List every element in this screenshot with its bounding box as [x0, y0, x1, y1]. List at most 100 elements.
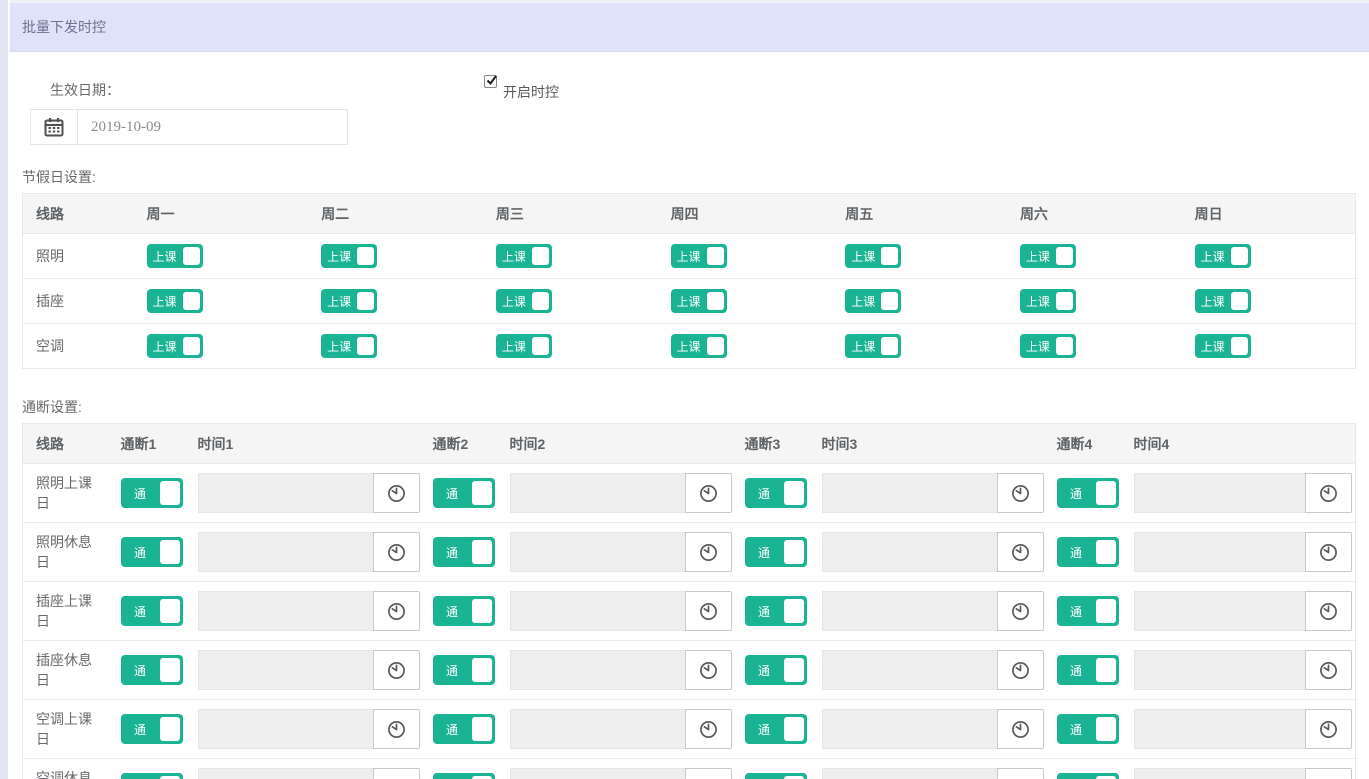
class-day-toggle[interactable]: 上课	[321, 334, 377, 358]
time-input[interactable]	[198, 768, 373, 779]
class-day-toggle[interactable]: 上课	[845, 289, 901, 313]
onoff-toggle[interactable]: 通	[745, 596, 807, 626]
effective-date-input[interactable]	[78, 110, 347, 144]
time-input-group	[198, 532, 420, 572]
time-cell	[500, 641, 735, 700]
time-picker-button[interactable]	[685, 768, 732, 779]
time-picker-button[interactable]	[997, 709, 1044, 749]
time-picker-button[interactable]	[1305, 650, 1352, 690]
class-day-toggle[interactable]: 上课	[1020, 244, 1076, 268]
class-day-toggle[interactable]: 上课	[671, 289, 727, 313]
time-input[interactable]	[510, 532, 685, 572]
onoff-toggle[interactable]: 通	[121, 537, 183, 567]
onoff-toggle[interactable]: 通	[433, 537, 495, 567]
onoff-toggle[interactable]: 通	[745, 714, 807, 744]
onoff-toggle[interactable]: 通	[1057, 655, 1119, 685]
time-picker-button[interactable]	[373, 768, 420, 779]
onoff-toggle[interactable]: 通	[121, 655, 183, 685]
class-day-toggle[interactable]: 上课	[496, 244, 552, 268]
time-picker-button[interactable]	[685, 650, 732, 690]
onoff-toggle[interactable]: 通	[1057, 537, 1119, 567]
time-picker-button[interactable]	[373, 650, 420, 690]
onoff-toggle[interactable]: 通	[433, 655, 495, 685]
time-picker-button[interactable]	[1305, 473, 1352, 513]
time-picker-button[interactable]	[373, 473, 420, 513]
time-picker-button[interactable]	[1305, 709, 1352, 749]
time-picker-button[interactable]	[373, 591, 420, 631]
class-day-toggle[interactable]: 上课	[321, 289, 377, 313]
onoff-toggle[interactable]: 通	[1057, 714, 1119, 744]
time-picker-button[interactable]	[685, 532, 732, 572]
onoff-toggle[interactable]: 通	[433, 714, 495, 744]
class-day-toggle[interactable]: 上课	[845, 334, 901, 358]
time-input[interactable]	[198, 591, 373, 631]
time-picker-button[interactable]	[1305, 591, 1352, 631]
time-picker-button[interactable]	[997, 591, 1044, 631]
onoff-toggle[interactable]: 通	[433, 773, 495, 779]
onoff-toggle[interactable]: 通	[121, 596, 183, 626]
onoff-toggle[interactable]: 通	[745, 773, 807, 779]
time-input[interactable]	[198, 532, 373, 572]
time-input[interactable]	[510, 591, 685, 631]
class-day-toggle[interactable]: 上课	[671, 334, 727, 358]
time-input[interactable]	[510, 473, 685, 513]
time-input[interactable]	[822, 709, 997, 749]
class-day-toggle[interactable]: 上课	[496, 334, 552, 358]
time-input[interactable]	[1134, 650, 1306, 690]
class-day-toggle[interactable]: 上课	[845, 244, 901, 268]
time-input[interactable]	[1134, 591, 1306, 631]
onoff-toggle[interactable]: 通	[745, 478, 807, 508]
time-input[interactable]	[1134, 473, 1306, 513]
time-input[interactable]	[822, 532, 997, 572]
time-picker-button[interactable]	[685, 709, 732, 749]
time-input[interactable]	[510, 709, 685, 749]
time-picker-button[interactable]	[1305, 532, 1352, 572]
time-input[interactable]	[198, 709, 373, 749]
onoff-toggle[interactable]: 通	[121, 714, 183, 744]
time-input[interactable]	[822, 650, 997, 690]
class-day-toggle[interactable]: 上课	[671, 244, 727, 268]
class-day-toggle[interactable]: 上课	[321, 244, 377, 268]
onoff-toggle[interactable]: 通	[1057, 773, 1119, 779]
time-picker-button[interactable]	[997, 650, 1044, 690]
class-day-toggle[interactable]: 上课	[1020, 334, 1076, 358]
onoff-toggle[interactable]: 通	[121, 773, 183, 779]
time-picker-button[interactable]	[997, 768, 1044, 779]
onoff-row: 照明上课日通通通通	[23, 464, 1356, 523]
time-input[interactable]	[198, 473, 373, 513]
calendar-button[interactable]	[31, 110, 78, 144]
time-input[interactable]	[1134, 532, 1306, 572]
time-input[interactable]	[822, 768, 997, 779]
time-picker-button[interactable]	[997, 473, 1044, 513]
class-day-toggle[interactable]: 上课	[1020, 289, 1076, 313]
class-day-toggle[interactable]: 上课	[147, 334, 203, 358]
time-input[interactable]	[822, 473, 997, 513]
onoff-toggle[interactable]: 通	[745, 537, 807, 567]
time-input[interactable]	[1134, 768, 1306, 779]
class-day-toggle[interactable]: 上课	[1195, 334, 1251, 358]
onoff-toggle[interactable]: 通	[433, 596, 495, 626]
onoff-toggle[interactable]: 通	[121, 478, 183, 508]
time-input[interactable]	[510, 768, 685, 779]
class-day-toggle[interactable]: 上课	[1195, 289, 1251, 313]
time-input[interactable]	[510, 650, 685, 690]
time-picker-button[interactable]	[685, 591, 732, 631]
time-input[interactable]	[198, 650, 373, 690]
class-day-toggle[interactable]: 上课	[147, 244, 203, 268]
onoff-toggle[interactable]: 通	[1057, 478, 1119, 508]
time-picker-button[interactable]	[1305, 768, 1352, 779]
time-input[interactable]	[1134, 709, 1306, 749]
onoff-toggle[interactable]: 通	[1057, 596, 1119, 626]
time-picker-button[interactable]	[997, 532, 1044, 572]
time-picker-button[interactable]	[685, 473, 732, 513]
time-picker-button[interactable]	[373, 709, 420, 749]
class-day-toggle[interactable]: 上课	[1195, 244, 1251, 268]
class-day-toggle[interactable]: 上课	[147, 289, 203, 313]
enable-checkbox[interactable]	[484, 75, 497, 88]
onoff-toggle[interactable]: 通	[433, 478, 495, 508]
class-day-toggle[interactable]: 上课	[496, 289, 552, 313]
toggle-knob	[532, 292, 549, 310]
onoff-toggle[interactable]: 通	[745, 655, 807, 685]
time-picker-button[interactable]	[373, 532, 420, 572]
time-input[interactable]	[822, 591, 997, 631]
